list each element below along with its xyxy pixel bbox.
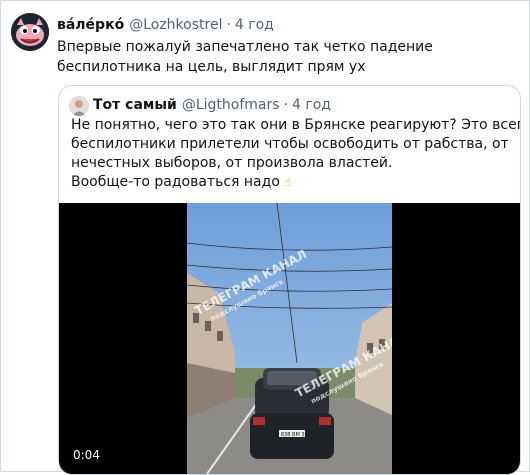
pointing-up-icon: ☝ — [283, 175, 292, 189]
quoted-header-separator: · — [283, 97, 288, 113]
quoted-author-avatar[interactable] — [69, 96, 89, 116]
quoted-text-line: нечестных выборов, от произвола властей. — [71, 155, 393, 171]
quoted-text-line: Вообще-то радоваться надо ☝ — [71, 173, 511, 192]
quoted-header: Тот самый @Ligthofmars · 4 год — [93, 95, 331, 115]
quoted-text-last: Вообще-то радоваться надо — [71, 174, 280, 190]
tweet-card[interactable]: ва́ле́рко́ @Lozhkostrel · 4 год Впервые … — [0, 0, 530, 475]
video-timecode: 0:04 — [73, 448, 100, 462]
quoted-text-line: беспилотники прилетели чтобы освободить … — [71, 136, 509, 152]
quoted-author-handle[interactable]: @Ligthofmars — [182, 97, 280, 113]
tweet-header: ва́ле́рко́ @Lozhkostrel · 4 год — [57, 15, 274, 35]
quoted-tweet[interactable]: Тот самый @Ligthofmars · 4 год Не понятн… — [58, 85, 521, 475]
tweet-timestamp[interactable]: 4 год — [235, 17, 274, 33]
video-player[interactable]: Р 838 ВМ 32 ТЕЛЕГРАМ КАНАЛ подслушано бр… — [59, 203, 520, 474]
video-frame[interactable]: Р 838 ВМ 32 ТЕЛЕГРАМ КАНАЛ подслушано бр… — [187, 203, 392, 474]
quoted-text: Не понятно, чего это так они в Брянске р… — [71, 116, 520, 192]
author-avatar[interactable] — [11, 13, 49, 51]
quoted-author-name[interactable]: Тот самый — [93, 97, 177, 113]
header-separator: · — [226, 17, 231, 33]
tweet-text: Впервые пожалуй запечатлено так четко па… — [57, 39, 433, 75]
license-plate: Р 838 ВМ 32 — [276, 432, 307, 438]
monster-avatar-icon — [11, 13, 49, 51]
quoted-timestamp[interactable]: 4 год — [292, 97, 331, 113]
dashcam-street-image: Р 838 ВМ 32 ТЕЛЕГРАМ КАНАЛ подслушано бр… — [187, 203, 392, 474]
author-name[interactable]: ва́ле́рко́ — [57, 17, 124, 33]
quoted-text-line: Не понятно, чего это так они в Брянске р… — [71, 117, 520, 133]
person-avatar-icon — [69, 96, 89, 116]
author-handle[interactable]: @Lozhkostrel — [129, 17, 222, 33]
